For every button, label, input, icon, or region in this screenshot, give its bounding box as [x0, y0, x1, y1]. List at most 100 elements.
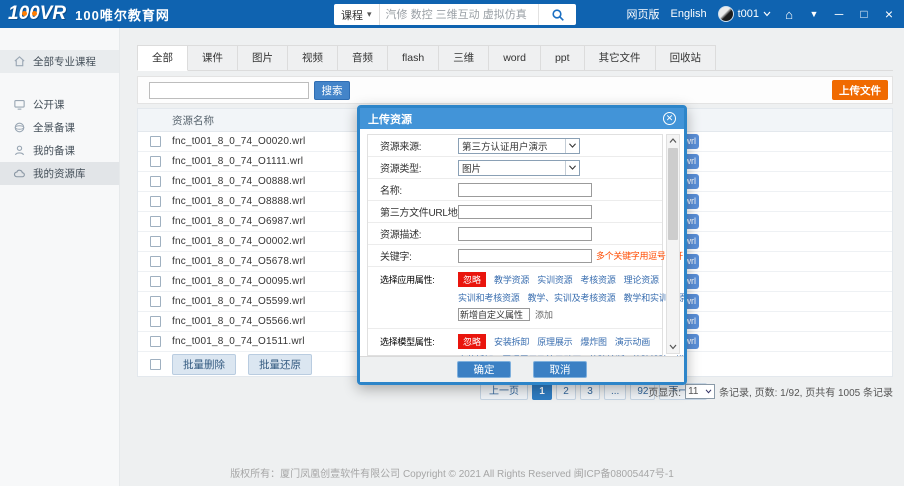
cancel-button[interactable]: 取消	[533, 361, 587, 378]
row-checkbox[interactable]	[150, 216, 161, 227]
app-attr-tag[interactable]: 教学资源	[494, 273, 529, 286]
app-attr-tag[interactable]: 考核资源	[580, 273, 615, 286]
model-attr-tag[interactable]: 故障排除	[632, 353, 667, 356]
home-icon[interactable]: ⌂	[782, 8, 796, 21]
scrollbar-thumb[interactable]	[668, 148, 678, 240]
sidebar-item-open-courses[interactable]: 公开课	[0, 93, 119, 116]
row-checkbox[interactable]	[150, 196, 161, 207]
pagination-info: 页显示: 11 条记录, 页数: 1/92, 页共有 1005 条记录	[648, 384, 893, 399]
search-category-dropdown[interactable]: 课程 ▾	[334, 4, 380, 25]
row-checkbox[interactable]	[150, 136, 161, 147]
add-attribute-link[interactable]: 添加	[535, 308, 553, 321]
tab-other-files[interactable]: 其它文件	[585, 45, 656, 71]
tab-all[interactable]: 全部	[137, 45, 188, 71]
row-filename: fnc_t001_8_0_74_O5678.wrl	[172, 256, 305, 267]
url-input[interactable]	[458, 205, 592, 219]
form-row-type: 资源类型: 图片	[368, 157, 662, 179]
tab-ppt[interactable]: ppt	[541, 45, 585, 71]
topbar-right: 网页版 English t001 ⌂ ▼ ─ □ ×	[627, 0, 897, 28]
model-attr-tag[interactable]: 安装拆卸、原理展示及演示动画	[458, 353, 581, 356]
ignore-badge[interactable]: 忽略	[458, 334, 486, 349]
confirm-button[interactable]: 确定	[457, 361, 511, 378]
app-attr-tag[interactable]: 教学、实训及考核资源	[528, 291, 616, 304]
row-checkbox[interactable]	[150, 336, 161, 347]
maximize-icon[interactable]: □	[857, 8, 871, 20]
page-button-2[interactable]: 2	[556, 383, 576, 400]
modal-scrollbar[interactable]	[666, 134, 680, 354]
field-label: 选择应用属性:	[380, 272, 458, 286]
prev-page-button[interactable]: 上一页	[480, 383, 528, 400]
search-button[interactable]	[538, 4, 576, 25]
tab-image[interactable]: 图片	[238, 45, 288, 71]
model-attr-tag[interactable]: 演示动画	[615, 335, 650, 348]
row-checkbox[interactable]	[150, 256, 161, 267]
close-icon[interactable]: ×	[882, 7, 896, 21]
menu-caret-icon[interactable]: ▼	[807, 10, 821, 19]
sidebar-item-my-resources[interactable]: 我的资源库	[0, 162, 119, 185]
tab-word[interactable]: word	[489, 45, 541, 71]
app-attr-tag[interactable]: 实训资源	[537, 273, 572, 286]
keywords-input[interactable]	[458, 249, 592, 263]
page-ellipsis: ...	[604, 383, 626, 400]
field-label: 资源来源:	[380, 138, 458, 153]
user-menu[interactable]: t001	[718, 6, 771, 22]
row-checkbox[interactable]	[150, 156, 161, 167]
batch-restore-button[interactable]: 批量还原	[248, 354, 312, 375]
batch-delete-button[interactable]: 批量删除	[172, 354, 236, 375]
select-all-checkbox[interactable]	[150, 359, 161, 370]
row-checkbox[interactable]	[150, 236, 161, 247]
language-link[interactable]: English	[671, 8, 707, 20]
logo[interactable]: 100VR 100唯尔教育网	[8, 3, 170, 25]
row-checkbox[interactable]	[150, 316, 161, 327]
new-attribute-input[interactable]	[458, 308, 530, 321]
form-row-source: 资源来源: 第三方认证用户演示	[368, 135, 662, 157]
resource-search-input[interactable]	[149, 82, 309, 99]
sidebar-item-all-courses[interactable]: 全部专业课程	[0, 50, 119, 73]
minimize-icon[interactable]: ─	[832, 8, 846, 20]
sidebar-item-panorama-prep[interactable]: 全景备课	[0, 116, 119, 139]
row-checkbox[interactable]	[150, 276, 161, 287]
field-label: 资源类型:	[380, 160, 458, 175]
search-category-label: 课程	[341, 7, 363, 23]
app-attr-tag[interactable]: 理论资源	[624, 273, 659, 286]
model-attr-tag[interactable]: 原理展示	[537, 335, 572, 348]
name-input[interactable]	[458, 183, 592, 197]
row-filename: fnc_t001_8_0_74_O8888.wrl	[172, 196, 305, 207]
select-arrow-icon	[565, 139, 579, 153]
global-search-input[interactable]	[380, 6, 538, 23]
tab-audio[interactable]: 音频	[338, 45, 388, 71]
row-filename: fnc_t001_8_0_74_O1111.wrl	[172, 156, 303, 167]
desc-input[interactable]	[458, 227, 592, 241]
sidebar-item-my-prep[interactable]: 我的备课	[0, 139, 119, 162]
tab-video[interactable]: 视频	[288, 45, 338, 71]
search-submit-button[interactable]: 搜索	[314, 81, 350, 100]
scroll-up-icon[interactable]	[667, 135, 679, 147]
web-version-link[interactable]: 网页版	[627, 6, 660, 22]
page-button-3[interactable]: 3	[580, 383, 600, 400]
app-attr-tag[interactable]: 实训和考核资源	[458, 291, 520, 304]
tab-3d[interactable]: 三维	[439, 45, 489, 71]
row-checkbox[interactable]	[150, 176, 161, 187]
model-attr-tag[interactable]: 故障诊断	[589, 353, 624, 356]
per-page-select[interactable]: 11	[685, 384, 715, 399]
upload-file-button[interactable]: 上传文件	[832, 80, 888, 100]
logo-text: 100VR	[8, 3, 66, 25]
row-checkbox[interactable]	[150, 296, 161, 307]
sidebar-item-label: 我的资源库	[33, 166, 86, 181]
model-attr-tag[interactable]: 爆炸图	[580, 335, 606, 348]
modal-close-icon[interactable]: ✕	[663, 112, 676, 125]
model-attr-tag[interactable]: 安装拆卸	[494, 335, 529, 348]
app-attributes-section: 选择应用属性: 忽略 教学资源 实训资源 考核资源 理论资源 实训和考核资源 教…	[368, 267, 662, 329]
row-filename: fnc_t001_8_0_74_O5599.wrl	[172, 296, 305, 307]
tab-flash[interactable]: flash	[388, 45, 439, 71]
sidebar-divider	[0, 73, 119, 93]
field-label: 第三方文件URL地址:	[380, 204, 458, 219]
page-button-1[interactable]: 1	[532, 383, 552, 400]
type-select[interactable]: 图片	[458, 160, 580, 176]
scroll-down-icon[interactable]	[667, 341, 679, 353]
ignore-badge[interactable]: 忽略	[458, 272, 486, 287]
globe-icon	[13, 121, 26, 134]
tab-courseware[interactable]: 课件	[188, 45, 238, 71]
tab-recycle-bin[interactable]: 回收站	[656, 45, 717, 71]
source-select[interactable]: 第三方认证用户演示	[458, 138, 580, 154]
